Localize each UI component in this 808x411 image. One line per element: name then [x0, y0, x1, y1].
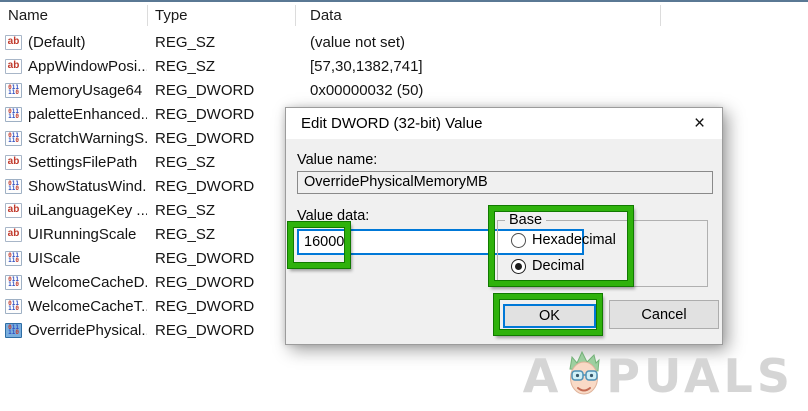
registry-name-label: OverridePhysical... — [28, 322, 147, 339]
value-name-label: Value name: — [297, 152, 377, 168]
dword-value-icon: 011110 — [5, 299, 22, 314]
radio-icon — [511, 259, 526, 274]
registry-name-label: WelcomeCacheT... — [28, 298, 147, 315]
watermark-letter: A — [523, 349, 563, 403]
registry-type-cell: REG_SZ — [147, 34, 295, 51]
registry-name-cell: ab AppWindowPosi... — [0, 58, 147, 75]
registry-type-cell: REG_DWORD — [147, 178, 295, 195]
registry-type-cell: REG_SZ — [147, 226, 295, 243]
registry-name-label: paletteEnhanced... — [28, 106, 147, 123]
registry-name-cell: 011110 ShowStatusWind... — [0, 178, 147, 195]
mascot-icon — [563, 349, 605, 399]
registry-data-cell: (value not set) — [295, 34, 808, 51]
registry-type-cell: REG_DWORD — [147, 130, 295, 147]
radio-hexadecimal[interactable]: Hexadecimal — [511, 232, 616, 248]
registry-type-cell: REG_SZ — [147, 202, 295, 219]
registry-name-label: (Default) — [28, 34, 86, 51]
registry-name-cell: 011110 WelcomeCacheT... — [0, 298, 147, 315]
registry-name-label: SettingsFilePath — [28, 154, 137, 171]
value-name-field: OverridePhysicalMemoryMB — [297, 171, 713, 194]
string-value-icon: ab — [5, 155, 22, 170]
registry-name-label: WelcomeCacheD... — [28, 274, 147, 291]
registry-data-cell: 0x00000032 (50) — [295, 82, 808, 99]
registry-type-cell: REG_DWORD — [147, 322, 295, 339]
string-value-icon: ab — [5, 227, 22, 242]
registry-name-cell: ab uiLanguageKey ... — [0, 202, 147, 219]
radio-label: Hexadecimal — [532, 232, 616, 248]
edit-dword-dialog: Edit DWORD (32-bit) Value × Value name: … — [285, 107, 723, 345]
column-resize-handle[interactable] — [147, 5, 148, 26]
radio-label: Decimal — [532, 258, 584, 274]
dialog-titlebar[interactable]: Edit DWORD (32-bit) Value × — [286, 108, 722, 139]
base-group: Base Hexadecimal Decimal — [497, 220, 708, 287]
registry-name-cell: 011110 MemoryUsage64 — [0, 82, 147, 99]
string-value-icon: ab — [5, 203, 22, 218]
value-data-text: 16000 — [304, 234, 344, 250]
dword-value-icon: 011110 — [5, 323, 22, 338]
registry-name-label: ScratchWarningS... — [28, 130, 147, 147]
registry-type-cell: REG_DWORD — [147, 82, 295, 99]
registry-name-cell: ab (Default) — [0, 34, 147, 51]
registry-data-cell: [57,30,1382,741] — [295, 58, 808, 75]
value-data-label: Value data: — [297, 208, 369, 224]
radio-icon — [511, 233, 526, 248]
string-value-icon: ab — [5, 59, 22, 74]
registry-name-label: UIScale — [28, 250, 81, 267]
registry-type-cell: REG_SZ — [147, 58, 295, 75]
table-row[interactable]: 011110 MemoryUsage64 REG_DWORD0x00000032 (… — [0, 78, 808, 102]
registry-name-cell: ab UIRunningScale — [0, 226, 147, 243]
registry-name-cell: 011110 WelcomeCacheD... — [0, 274, 147, 291]
registry-name-cell: ab SettingsFilePath — [0, 154, 147, 171]
close-icon[interactable]: × — [677, 108, 722, 139]
dword-value-icon: 011110 — [5, 179, 22, 194]
column-resize-handle[interactable] — [295, 5, 296, 26]
dword-value-icon: 011110 — [5, 275, 22, 290]
string-value-icon: ab — [5, 35, 22, 50]
column-header-name[interactable]: Name — [0, 7, 147, 24]
text-caret — [345, 235, 346, 250]
registry-name-label: MemoryUsage64 — [28, 82, 142, 99]
registry-name-label: ShowStatusWind... — [28, 178, 147, 195]
column-resize-handle[interactable] — [660, 5, 661, 26]
dialog-title: Edit DWORD (32-bit) Value — [286, 115, 677, 132]
registry-type-cell: REG_DWORD — [147, 274, 295, 291]
registry-name-label: UIRunningScale — [28, 226, 136, 243]
column-header-type[interactable]: Type — [147, 7, 295, 24]
registry-name-label: AppWindowPosi... — [28, 58, 147, 75]
dword-value-icon: 011110 — [5, 251, 22, 266]
registry-name-cell: 011110 UIScale — [0, 250, 147, 267]
table-row[interactable]: ab (Default) REG_SZ(value not set) — [0, 30, 808, 54]
registry-name-cell: 011110 paletteEnhanced... — [0, 106, 147, 123]
registry-type-cell: REG_DWORD — [147, 106, 295, 123]
registry-list-header: Name Type Data — [0, 2, 808, 29]
registry-name-cell: 011110 OverridePhysical... — [0, 322, 147, 339]
appuals-watermark: A PUALS — [523, 349, 794, 403]
dword-value-icon: 011110 — [5, 107, 22, 122]
registry-type-cell: REG_DWORD — [147, 298, 295, 315]
base-group-label: Base — [505, 212, 546, 228]
table-row[interactable]: ab AppWindowPosi...REG_SZ[57,30,1382,741] — [0, 54, 808, 78]
ok-button[interactable]: OK — [503, 304, 596, 328]
dword-value-icon: 011110 — [5, 83, 22, 98]
cancel-button[interactable]: Cancel — [609, 300, 719, 329]
radio-decimal[interactable]: Decimal — [511, 258, 584, 274]
dword-value-icon: 011110 — [5, 131, 22, 146]
registry-type-cell: REG_DWORD — [147, 250, 295, 267]
column-header-data[interactable]: Data — [295, 7, 808, 24]
registry-type-cell: REG_SZ — [147, 154, 295, 171]
registry-name-cell: 011110 ScratchWarningS... — [0, 130, 147, 147]
watermark-letters: PUALS — [606, 349, 794, 403]
registry-name-label: uiLanguageKey ... — [28, 202, 147, 219]
